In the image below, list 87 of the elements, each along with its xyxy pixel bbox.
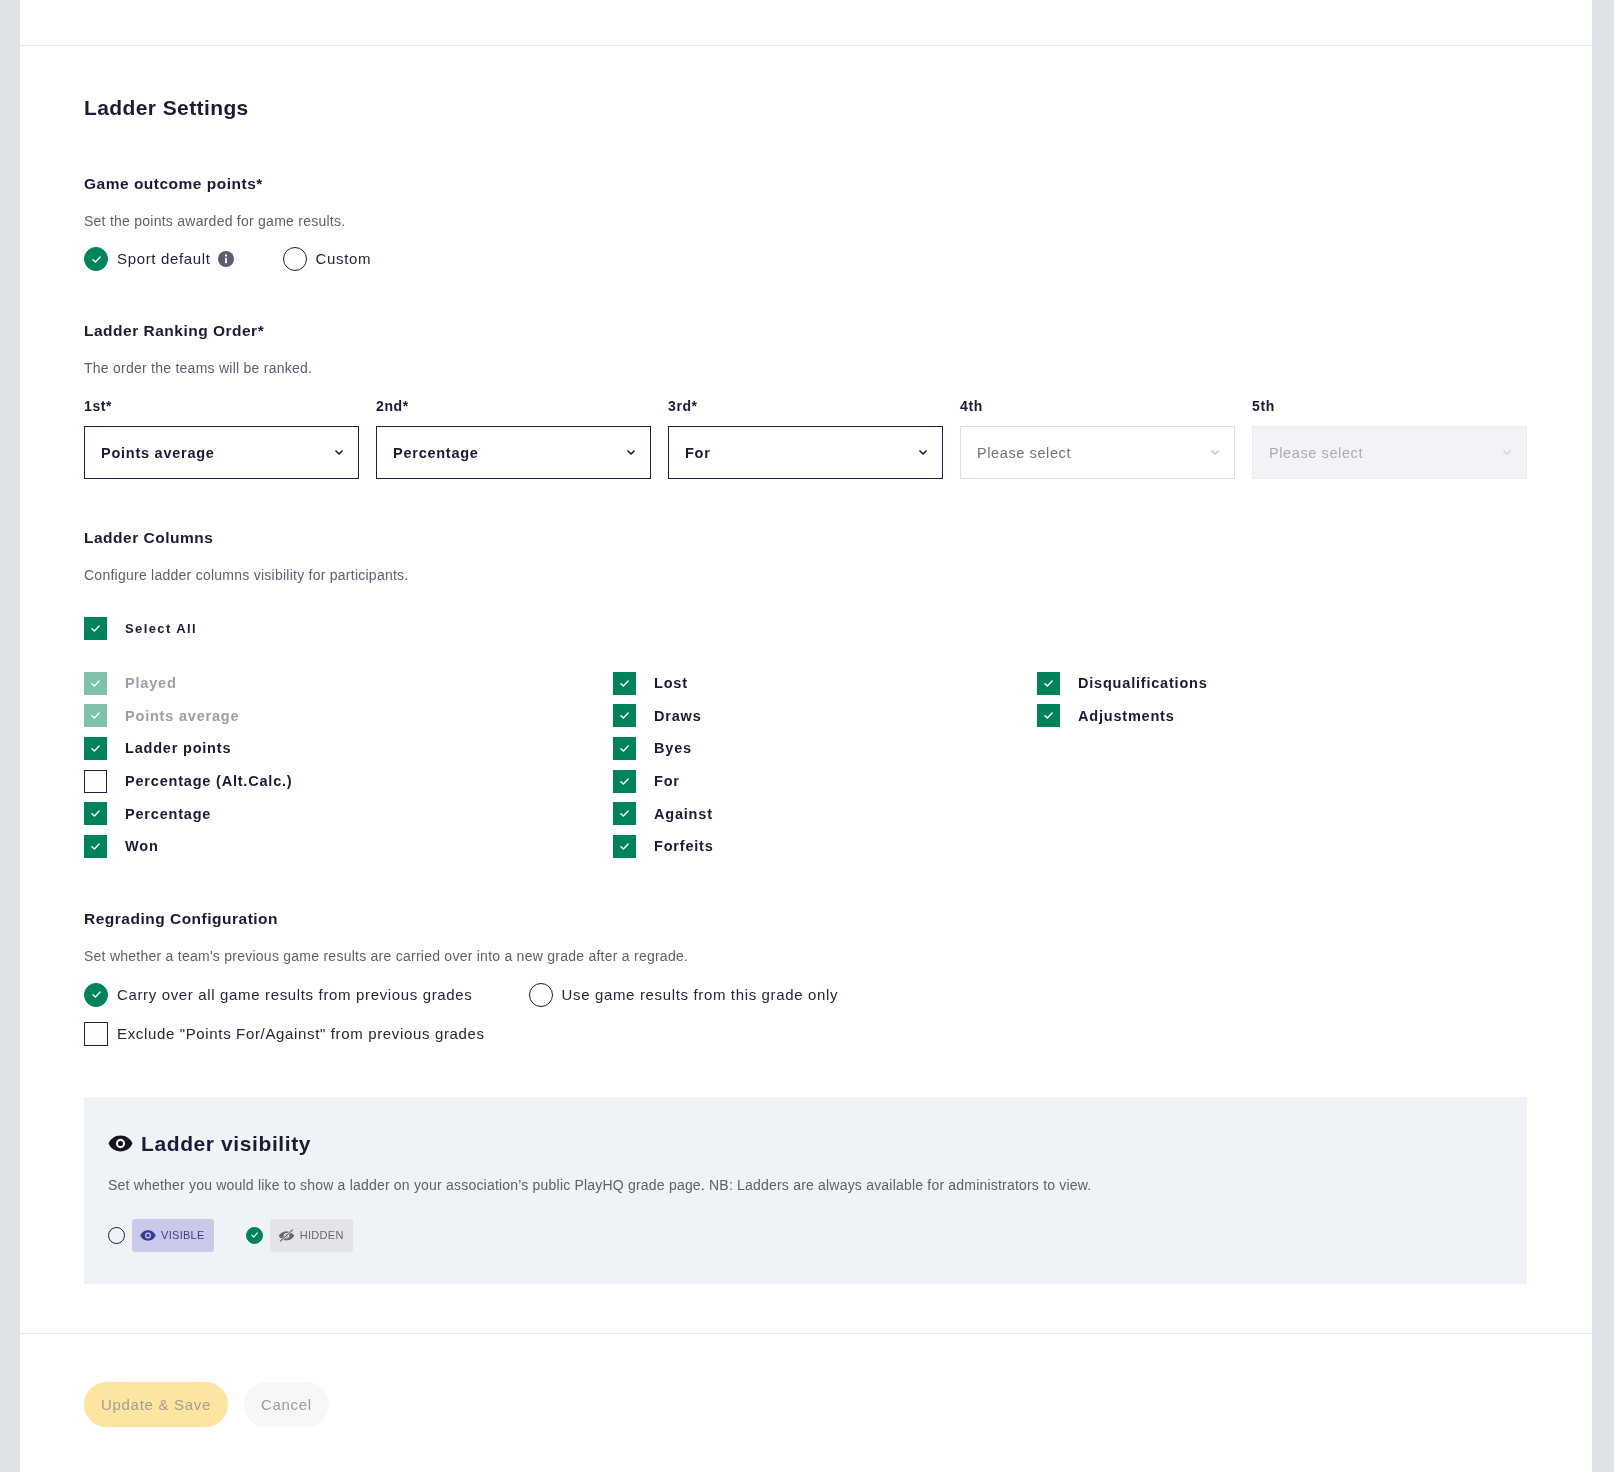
checkbox[interactable]	[613, 769, 636, 793]
checkbox-label: Points average	[125, 706, 240, 726]
field-label: 3rd*	[668, 397, 698, 415]
tick-icon	[91, 255, 101, 263]
checkbox[interactable]	[613, 834, 636, 858]
radio-label: Use game results from this grade only	[561, 984, 839, 1005]
chevron-down-icon	[1211, 450, 1219, 455]
checkbox-label: Adjustments	[1078, 706, 1175, 726]
checkbox[interactable]	[1037, 704, 1060, 728]
tick-icon	[620, 712, 629, 720]
tick-icon	[91, 679, 100, 687]
cancel-button[interactable]: Cancel	[244, 1381, 329, 1427]
checkbox[interactable]	[613, 802, 636, 826]
checkbox-label: Disqualifications	[1078, 674, 1208, 694]
panel-title: Ladder visibility	[141, 1131, 312, 1156]
checkbox-label: Percentage (Alt.Calc.)	[125, 772, 293, 792]
checkbox[interactable]	[84, 834, 107, 858]
tick-icon	[91, 625, 100, 632]
visibility-option[interactable]: VISIBLE	[132, 1218, 214, 1252]
dropdown[interactable]: Points average	[84, 426, 359, 479]
tick-icon	[91, 991, 101, 999]
section-description: Set the points awarded for game results.	[84, 212, 346, 230]
checkbox-label: Lost	[654, 674, 688, 694]
checkbox[interactable]	[84, 617, 107, 640]
chevron-down-icon	[1503, 450, 1511, 455]
radio-button[interactable]	[245, 1226, 263, 1244]
section-heading: Ladder Columns	[84, 528, 214, 548]
tick-icon	[620, 842, 629, 850]
checkbox-label: Draws	[654, 706, 702, 726]
checkbox-label: Won	[125, 837, 159, 857]
radio-label: Carry over all game results from previous grades	[117, 984, 473, 1005]
dropdown[interactable]: For	[668, 426, 943, 479]
checkbox-label: For	[654, 772, 680, 792]
page-title: Ladder Settings	[84, 96, 249, 120]
eye-icon	[140, 1229, 156, 1241]
section-heading: Regrading Configuration	[84, 908, 279, 929]
checkbox[interactable]	[84, 1021, 108, 1046]
tick-icon	[91, 842, 100, 850]
tick-icon	[91, 810, 100, 818]
tick-icon	[620, 777, 629, 785]
panel-description: Set whether you would like to show a ladder on your association’s public PlayHQ grade page. NB: Ladders are always available for administrators to view.	[108, 1175, 1092, 1194]
field-label: 4th	[960, 397, 983, 415]
field-label: 2nd*	[376, 397, 409, 415]
checkbox[interactable]	[613, 671, 636, 695]
field-label: 1st*	[84, 397, 113, 415]
field-label: 5th	[1252, 397, 1275, 415]
dropdown[interactable]: Percentage	[376, 426, 651, 479]
checkbox-label: Forfeits	[654, 837, 714, 857]
checkbox-label: Against	[654, 804, 713, 824]
checkbox[interactable]	[613, 737, 636, 760]
tick-icon	[1044, 679, 1053, 687]
visibility-option[interactable]: HIDDEN	[269, 1218, 353, 1252]
radio-button[interactable]	[528, 982, 553, 1007]
checkbox[interactable]	[84, 769, 107, 793]
tick-icon	[620, 679, 629, 687]
chevron-down-icon	[335, 450, 343, 455]
chevron-down-icon	[919, 450, 927, 455]
section-description: Set whether a team's previous game results are carried over into a new grade after a regrade.	[84, 946, 689, 965]
checkbox[interactable]	[613, 704, 636, 728]
tick-icon	[620, 810, 629, 818]
section-description: Configure ladder columns visibility for participants.	[84, 566, 409, 584]
dropdown[interactable]: Please select	[960, 426, 1235, 479]
radio-label: Sport default	[117, 249, 211, 269]
section-description: The order the teams will be ranked.	[84, 359, 313, 377]
eye-slash-icon	[277, 1228, 295, 1242]
checkbox[interactable]	[1037, 671, 1060, 695]
section-heading: Ladder Ranking Order*	[84, 321, 265, 341]
radio-button[interactable]	[84, 247, 108, 271]
checkbox-label: Percentage	[125, 804, 212, 824]
checkbox-label: Played	[125, 674, 177, 694]
checkbox-label: Byes	[654, 739, 692, 759]
tick-icon	[91, 745, 100, 752]
radio-button[interactable]	[282, 247, 307, 271]
checkbox-label: Ladder points	[125, 739, 232, 759]
tick-icon	[91, 712, 100, 720]
tick-icon	[620, 745, 629, 752]
eye-icon	[108, 1135, 133, 1153]
section-heading: Game outcome points*	[84, 174, 263, 194]
checkbox-label: Exclude "Points For/Against" from previous grades	[117, 1023, 485, 1044]
tick-icon	[250, 1232, 258, 1239]
checkbox[interactable]	[84, 737, 107, 760]
checkbox[interactable]	[84, 802, 107, 826]
tick-icon	[1044, 712, 1053, 720]
checkbox-label: Select All	[125, 619, 198, 638]
radio-button[interactable]	[84, 982, 108, 1007]
radio-label: Custom	[315, 249, 372, 269]
chevron-down-icon	[627, 450, 635, 455]
